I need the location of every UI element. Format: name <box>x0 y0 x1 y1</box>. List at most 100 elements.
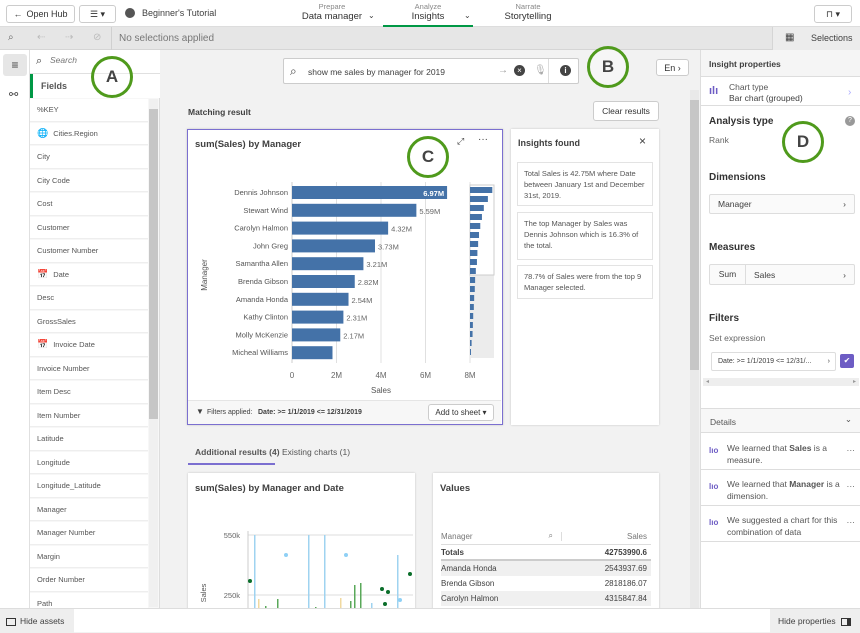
filter-expression[interactable]: Date: >= 1/1/2019 <= 12/31/... › <box>711 352 836 371</box>
aggregation[interactable]: Sum <box>710 265 746 284</box>
field-item[interactable]: Customer <box>30 216 148 239</box>
help-icon[interactable]: ? <box>845 116 855 126</box>
bar[interactable] <box>292 257 364 271</box>
field-item[interactable]: Longitude <box>30 451 148 474</box>
add-to-sheet-button[interactable]: Add to sheet ▾ <box>428 404 494 421</box>
bar[interactable] <box>292 328 341 342</box>
clear-selections-icon[interactable]: ⊘ <box>93 32 101 43</box>
data-point[interactable] <box>398 598 402 602</box>
insight-search-box[interactable]: ⌕ show me sales by manager for 2019 → × … <box>283 58 579 84</box>
open-hub-button[interactable]: ← Open Hub <box>6 5 75 23</box>
bar[interactable] <box>397 555 399 613</box>
field-item[interactable]: Manager <box>30 498 148 521</box>
field-item[interactable]: Item Number <box>30 404 148 427</box>
data-point[interactable] <box>248 579 252 583</box>
smart-search-icon[interactable]: ⌕ <box>8 32 14 43</box>
bar[interactable] <box>292 310 344 324</box>
field-item[interactable]: Latitude <box>30 428 148 451</box>
bar[interactable] <box>292 292 349 306</box>
tab-storytelling[interactable]: Narrate Storytelling <box>498 2 558 22</box>
field-item[interactable]: Desc <box>30 287 148 310</box>
hide-properties-button[interactable]: Hide properties <box>770 609 860 633</box>
data-point[interactable] <box>408 572 412 576</box>
field-item[interactable]: Longitude_Latitude <box>30 475 148 498</box>
field-item[interactable]: City <box>30 146 148 169</box>
tab-existing-charts[interactable]: Existing charts (1) <box>282 447 350 457</box>
field-item[interactable]: 📅 Date <box>30 263 148 286</box>
field-item[interactable]: %KEY <box>30 99 148 122</box>
field-item[interactable]: Item Desc <box>30 381 148 404</box>
bar[interactable] <box>292 239 375 253</box>
close-icon[interactable]: × <box>639 134 646 148</box>
chevron-down-icon[interactable]: ⌄ <box>368 11 375 20</box>
language-button[interactable]: En › <box>656 59 689 76</box>
field-item[interactable]: Margin <box>30 545 148 568</box>
search-query-input[interactable]: show me sales by manager for 2019 <box>308 67 445 77</box>
tab-prepare[interactable]: Prepare Data manager <box>300 2 364 22</box>
database-icon[interactable]: ≡ <box>3 54 27 76</box>
global-menu-button[interactable]: ☰ ▾ <box>79 5 116 23</box>
column-header-manager[interactable]: Manager <box>441 532 549 541</box>
detail-item[interactable]: lıo We suggested a chart for this combina… <box>701 506 860 542</box>
more-options-icon[interactable]: ··· <box>847 444 856 456</box>
field-item[interactable]: 🌐 Cities.Region <box>30 122 148 145</box>
details-header[interactable]: Details ⌄ <box>701 408 860 433</box>
bar[interactable] <box>324 535 326 613</box>
data-point[interactable] <box>383 602 387 606</box>
table-row[interactable]: Amanda Honda 2543937.69 <box>441 561 651 576</box>
chevron-down-icon[interactable]: ⌄ <box>464 11 471 20</box>
data-point[interactable] <box>386 590 390 594</box>
data-point[interactable] <box>344 553 348 557</box>
detail-item[interactable]: lıo We learned that Sales is a measure. ··… <box>701 434 860 470</box>
bar[interactable] <box>292 221 389 235</box>
field-item[interactable]: 📅 Invoice Date <box>30 334 148 357</box>
tab-additional-results[interactable]: Additional results (4) <box>195 447 280 457</box>
bar[interactable] <box>292 203 417 217</box>
table-row[interactable]: Carolyn Halmon 4315847.84 <box>441 591 651 606</box>
hide-assets-button[interactable]: Hide assets <box>0 609 74 633</box>
tab-insights[interactable]: Analyze Insights <box>383 2 473 27</box>
data-label: 2.17M <box>343 331 364 340</box>
field-item[interactable]: Customer Number <box>30 240 148 263</box>
data-point[interactable] <box>284 553 288 557</box>
microphone-icon[interactable]: 🎙 <box>534 65 547 76</box>
filter-checkbox[interactable]: ✔ <box>840 354 854 368</box>
submit-arrow-icon[interactable]: → <box>498 65 508 76</box>
clear-icon[interactable]: × <box>514 65 525 76</box>
field-item[interactable]: Invoice Number <box>30 357 148 380</box>
chart-type-selector[interactable]: ılı Chart type Bar chart (grouped) › <box>701 78 860 106</box>
globe-icon: 🌐 <box>37 127 49 138</box>
fields-scrollbar[interactable] <box>149 99 158 607</box>
chart-card-sales-by-manager[interactable]: sum(Sales) by Manager ⤢ ··· 0 2M 4M 6M 8M Den… <box>187 129 503 425</box>
bar[interactable] <box>292 346 333 360</box>
link-icon[interactable]: ⚯ <box>9 88 18 101</box>
step-forward-icon[interactable]: ⇢ <box>65 32 73 43</box>
chart-card-sales-by-manager-date[interactable]: sum(Sales) by Manager and Date 550k 250k S… <box>188 473 415 613</box>
field-item[interactable]: City Code <box>30 169 148 192</box>
bar[interactable] <box>292 275 355 288</box>
dimension-manager[interactable]: Manager › <box>709 194 855 214</box>
column-header-sales[interactable]: Sales <box>561 531 651 541</box>
bar[interactable] <box>254 535 256 613</box>
values-table-card[interactable]: Values Manager ⌕ Sales Totals 42753990.6 … <box>433 473 659 613</box>
horizontal-scrollbar[interactable]: ◂ ▸ <box>703 378 859 386</box>
selections-button[interactable]: ▦ Selections <box>772 27 860 50</box>
bar[interactable] <box>308 535 310 613</box>
field-item[interactable]: Manager Number <box>30 522 148 545</box>
more-options-icon[interactable]: ··· <box>847 516 856 528</box>
clear-results-button[interactable]: Clear results <box>593 101 659 121</box>
data-point[interactable] <box>380 587 384 591</box>
info-icon[interactable]: i <box>560 65 571 76</box>
main-scrollbar[interactable] <box>690 90 699 608</box>
field-item[interactable]: Order Number <box>30 569 148 592</box>
field-item[interactable]: GrossSales <box>30 310 148 333</box>
search-icon[interactable]: ⌕ <box>549 531 553 541</box>
bookmark-button[interactable]: ⊓ ▾ <box>814 5 852 23</box>
bookmark-icon: ⊓ ▾ <box>825 8 841 19</box>
table-row[interactable]: Brenda Gibson 2818186.07 <box>441 576 651 591</box>
measure-sales[interactable]: Sum Sales › <box>709 264 855 285</box>
more-options-icon[interactable]: ··· <box>847 480 856 492</box>
step-back-icon[interactable]: ⇠ <box>37 32 45 43</box>
field-item[interactable]: Cost <box>30 193 148 216</box>
detail-item[interactable]: lıo We learned that Manager is a dimensio… <box>701 470 860 506</box>
